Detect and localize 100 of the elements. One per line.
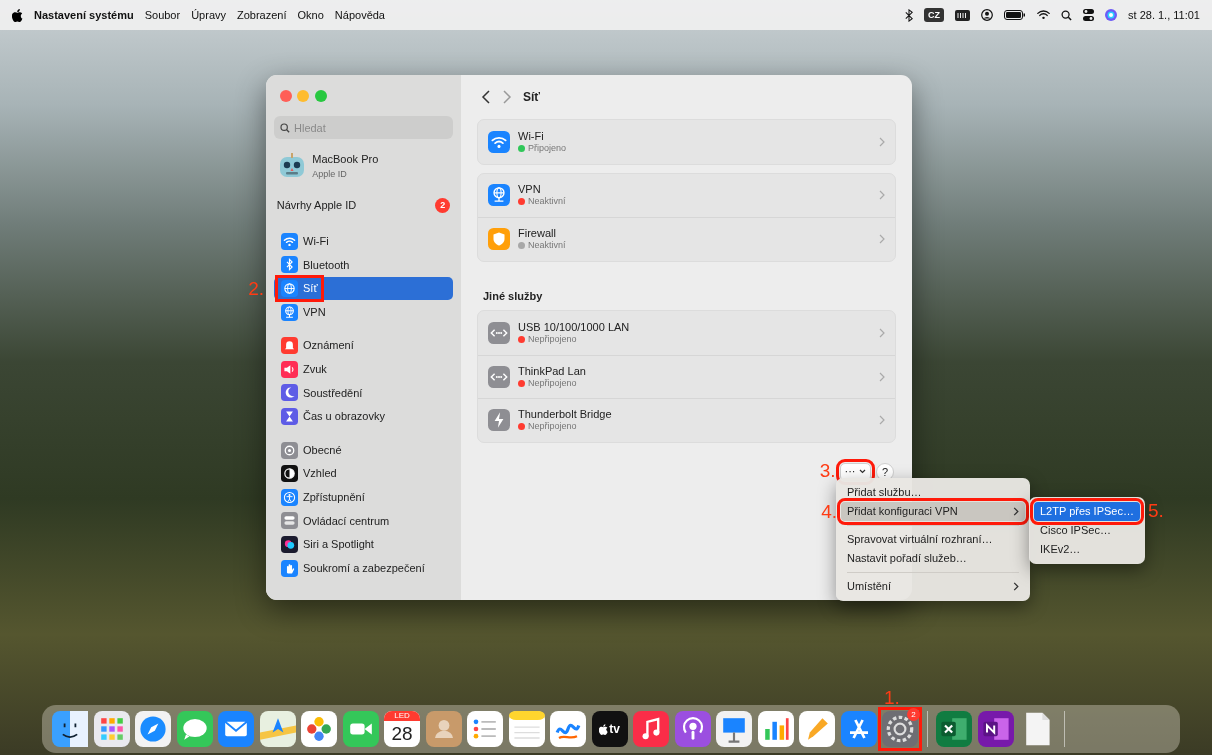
service-status: Nepřipojeno	[528, 421, 577, 433]
chevron-right-icon	[879, 327, 885, 338]
apple-logo-icon[interactable]	[12, 8, 23, 22]
flower-icon	[301, 711, 337, 747]
calendar-icon[interactable]: LED 28	[384, 711, 420, 747]
compass-icon	[135, 711, 171, 747]
tv-app-icon[interactable]: tv	[591, 711, 628, 747]
chevron-right-icon	[879, 136, 885, 147]
service-status: Nepřipojeno	[528, 333, 577, 345]
suggestions-label[interactable]: Návrhy Apple ID	[276, 197, 357, 214]
sidebar-item[interactable]: Soustředění	[274, 381, 453, 405]
notebook-icon	[977, 711, 1014, 747]
chevron-right-icon	[879, 371, 885, 382]
app-menu[interactable]: Nastavení systému	[34, 6, 134, 24]
service-status: Nepřipojeno	[528, 377, 577, 389]
calendar-day: 28	[391, 721, 413, 746]
sidebar-item[interactable]: Oznámení	[274, 333, 453, 358]
service-name: VPN	[518, 183, 542, 197]
menu-item[interactable]: Zobrazení	[237, 6, 287, 24]
grid-icon	[93, 711, 130, 747]
step-number: 3.	[819, 460, 836, 480]
page-title: Síť	[523, 89, 541, 106]
sidebar-item[interactable]: Zvuk	[274, 357, 453, 382]
orb-icon	[281, 535, 298, 553]
section-heading: Jiné služby	[483, 288, 544, 304]
menu-item[interactable]: Cisco IPSec…	[1034, 521, 1140, 540]
account-subtitle: Apple ID	[312, 167, 348, 181]
account-item[interactable]: MacBook Pro Apple ID	[274, 151, 453, 181]
globe-icon	[281, 280, 298, 297]
menu-item[interactable]: IKEv2…	[1034, 540, 1140, 559]
list-icon	[467, 711, 503, 747]
step-number: 1.	[884, 688, 900, 707]
app-store-icon	[840, 711, 877, 747]
sidebar-item[interactable]: Obecné	[274, 438, 453, 462]
envelope-icon	[218, 711, 254, 747]
user-icon[interactable]	[981, 9, 994, 21]
lightning-icon	[488, 409, 510, 432]
wifi-icon	[281, 232, 298, 250]
sidebar-item[interactable]: Siri a Spotlight	[274, 532, 453, 557]
service-row[interactable]: VPN Neaktivní	[478, 173, 895, 217]
sidebar-item[interactable]: Wi-Fi	[274, 229, 453, 254]
sidebar-item[interactable]: Soukromí a zabezpečení	[274, 556, 453, 580]
squiggle-icon	[550, 711, 586, 747]
sidebar-item[interactable]: Bluetooth	[274, 253, 453, 277]
contrast-icon	[281, 465, 298, 483]
service-row[interactable]: Wi-Fi Připojeno	[478, 120, 895, 164]
service-row[interactable]: Thunderbolt Bridge Nepřipojeno	[478, 398, 895, 442]
chevron-right-icon	[879, 415, 885, 426]
moon-icon	[281, 384, 298, 402]
calendar-month: LED	[384, 711, 420, 721]
back-button[interactable]	[481, 90, 491, 104]
globe-icon	[488, 184, 510, 207]
caret-icon	[858, 469, 866, 474]
notepad-icon	[508, 711, 545, 747]
ethernet-icon	[488, 321, 510, 344]
sidebar-item[interactable]: Vzhled	[274, 461, 453, 486]
step-number: 4.	[821, 502, 837, 521]
sidebar-item[interactable]: Čas u obrazovky	[274, 404, 453, 429]
siri-icon[interactable]	[1105, 9, 1118, 21]
service-name: Wi-Fi	[518, 129, 545, 143]
search-field[interactable]: Hledat	[274, 116, 453, 139]
step-number: 5.	[1148, 501, 1164, 520]
menu-item[interactable]: Soubor	[144, 6, 181, 24]
presentation-icon	[716, 711, 752, 747]
keyboard-icon[interactable]	[955, 9, 971, 21]
menu-item[interactable]: Přidat službu…	[841, 483, 1025, 502]
gear-icon	[281, 441, 298, 459]
sidebar-item[interactable]: VPN	[274, 300, 453, 324]
accessibility-icon	[281, 488, 298, 506]
speaker-icon	[281, 360, 298, 378]
battery-icon[interactable]	[1004, 10, 1027, 20]
menu-item[interactable]: Umístění	[841, 577, 1025, 596]
wifi-icon[interactable]	[1037, 10, 1051, 20]
menu-item[interactable]: Okno	[297, 6, 324, 24]
menu-item[interactable]: Spravovat virtuální rozhraní…	[841, 530, 1025, 549]
video-camera-icon	[342, 711, 379, 747]
menu-item[interactable]: Úpravy	[191, 6, 226, 24]
bluetooth-icon	[281, 256, 298, 274]
service-row[interactable]: ThinkPad Lan Nepřipojeno	[478, 354, 895, 398]
service-row[interactable]: USB 10/100/1000 LAN Nepřipojeno	[478, 311, 895, 355]
sidebar-item[interactable]: Síť	[274, 276, 453, 301]
bluetooth-icon[interactable]	[905, 8, 914, 22]
globe-icon	[281, 303, 298, 321]
hand-icon	[281, 559, 298, 577]
service-name: Firewall	[518, 227, 557, 241]
sidebar-item[interactable]: Zpřístupnění	[274, 485, 453, 510]
service-row[interactable]: Firewall Neaktivní	[478, 217, 895, 261]
menu-item[interactable]: Nastavit pořadí služeb…	[841, 549, 1025, 568]
gear-icon	[882, 711, 918, 747]
clock[interactable]: st 28. 1., 11:01	[1128, 6, 1200, 24]
sidebar-item[interactable]: Ovládací centrum	[274, 509, 453, 533]
control-center-icon[interactable]	[1083, 9, 1095, 21]
menu-item[interactable]: Nápověda	[334, 6, 385, 24]
face-icon	[52, 711, 88, 747]
ethernet-icon	[488, 365, 510, 388]
search-icon[interactable]	[1061, 9, 1073, 21]
service-status: Neaktivní	[528, 196, 566, 208]
pencil-icon	[799, 711, 835, 747]
bar-chart-icon	[757, 711, 794, 747]
input-source[interactable]: CZ	[924, 8, 945, 22]
